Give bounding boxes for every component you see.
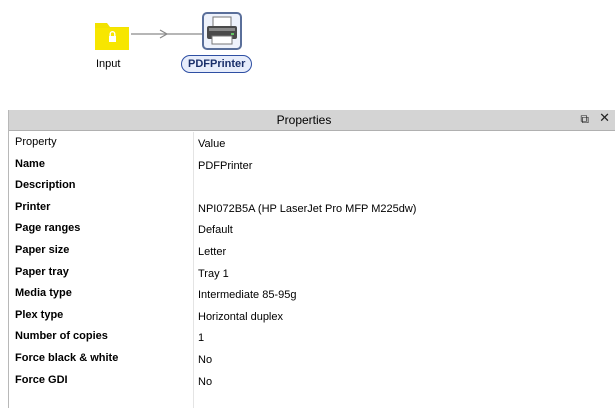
property-row-number-of-copies[interactable]: Number of copies 1 xyxy=(9,326,615,348)
property-key: Plex type xyxy=(15,308,64,321)
property-key: Media type xyxy=(15,287,72,300)
property-key: Page ranges xyxy=(15,222,81,235)
property-key: Paper tray xyxy=(15,265,69,278)
property-row-paper-size[interactable]: Paper size Letter xyxy=(9,240,615,262)
property-key: Force black & white xyxy=(15,351,119,364)
property-value[interactable]: Tray 1 xyxy=(198,268,229,280)
property-value[interactable]: NPI072B5A (HP LaserJet Pro MFP M225dw) xyxy=(198,203,416,215)
property-value[interactable]: Default xyxy=(198,224,233,236)
property-key: Force GDI xyxy=(15,373,68,386)
property-row-page-ranges[interactable]: Page ranges Default xyxy=(9,218,615,240)
folder-lock-icon xyxy=(95,23,129,50)
property-value[interactable]: No xyxy=(198,376,212,388)
column-header-value[interactable]: Value xyxy=(198,138,225,150)
properties-grid: Property Value Name PDFPrinter Descripti… xyxy=(9,132,615,391)
property-value[interactable]: Intermediate 85-95g xyxy=(198,289,296,301)
property-value[interactable]: 1 xyxy=(198,332,204,344)
properties-panel: Properties ⧉ ✕ Property Value Name PDFPr… xyxy=(8,110,615,408)
property-row-paper-tray[interactable]: Paper tray Tray 1 xyxy=(9,262,615,284)
property-value[interactable]: Horizontal duplex xyxy=(198,311,283,323)
input-node-label: Input xyxy=(96,58,121,70)
property-value[interactable]: PDFPrinter xyxy=(198,160,252,172)
properties-title: Properties xyxy=(276,113,332,127)
property-row-media-type[interactable]: Media type Intermediate 85-95g xyxy=(9,283,615,305)
property-row-name[interactable]: Name PDFPrinter xyxy=(9,154,615,176)
properties-titlebar: Properties ⧉ ✕ xyxy=(9,110,615,131)
property-row-printer[interactable]: Printer NPI072B5A (HP LaserJet Pro MFP M… xyxy=(9,197,615,219)
grid-header-row: Property Value xyxy=(9,132,615,154)
property-row-force-black-white[interactable]: Force black & white No xyxy=(9,348,615,370)
property-key: Name xyxy=(15,157,45,170)
pdf-printer-node-label[interactable]: PDFPrinter xyxy=(181,55,253,73)
workflow-canvas: Input PDFPrinter xyxy=(0,0,615,96)
property-row-plex-type[interactable]: Plex type Horizontal duplex xyxy=(9,305,615,327)
printer-icon xyxy=(207,16,237,45)
connector-arrow-icon xyxy=(131,29,203,39)
input-node[interactable] xyxy=(94,19,130,51)
close-icon[interactable]: ✕ xyxy=(599,111,610,126)
property-key: Number of copies xyxy=(15,330,108,343)
property-row-description[interactable]: Description xyxy=(9,175,615,197)
property-key: Description xyxy=(15,179,76,192)
property-key: Printer xyxy=(15,200,51,213)
float-panel-icon[interactable]: ⧉ xyxy=(580,112,589,127)
pdf-printer-node[interactable] xyxy=(202,12,242,50)
property-row-force-gdi[interactable]: Force GDI No xyxy=(9,370,615,392)
column-header-property[interactable]: Property xyxy=(15,136,57,148)
property-key: Paper size xyxy=(15,243,70,256)
property-value[interactable]: Letter xyxy=(198,246,226,258)
property-value[interactable]: No xyxy=(198,354,212,366)
